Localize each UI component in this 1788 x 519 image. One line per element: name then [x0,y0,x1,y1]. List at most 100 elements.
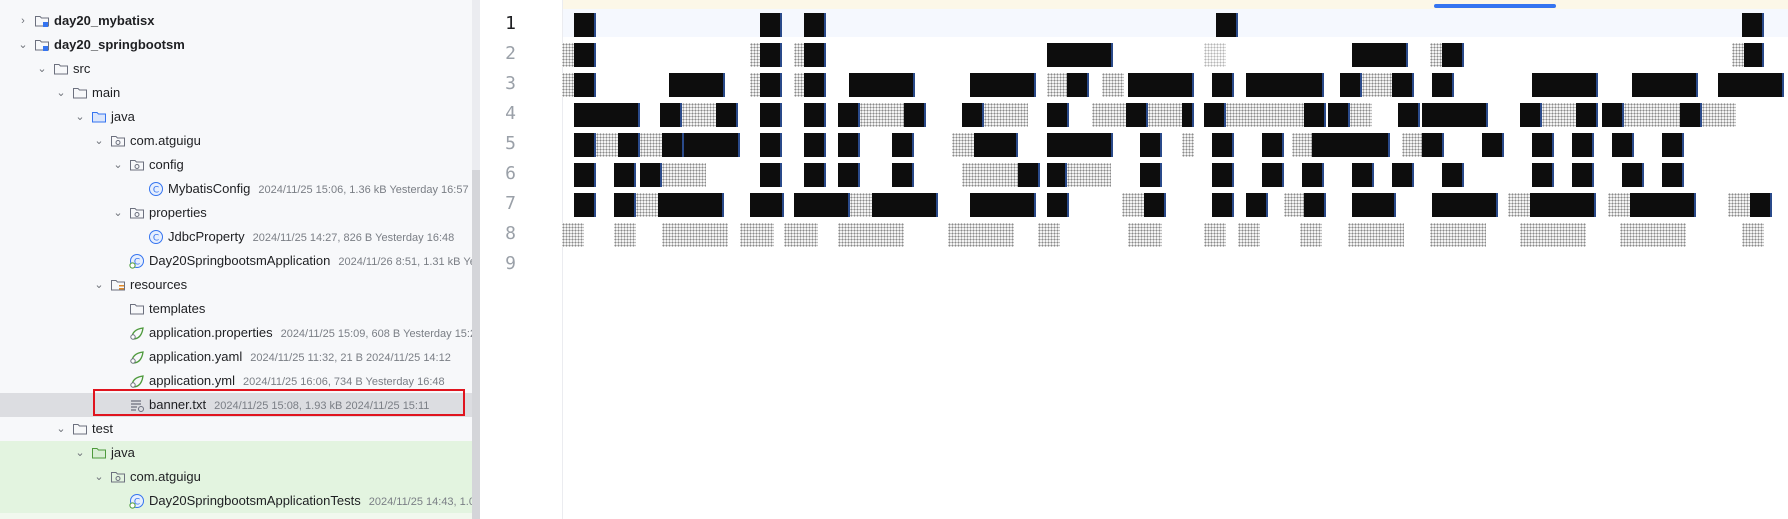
banner-glyph-block [804,163,826,187]
tree-row[interactable]: C JdbcProperty 2024/11/25 14:27, 826 B Yes… [0,225,472,249]
banner-glyph-block [1532,73,1598,97]
banner-glyph-block [1662,163,1684,187]
tree-row-label: resources [130,273,187,297]
banner-glyph-block [669,73,725,97]
banner-glyph-block [984,103,1028,127]
resources-folder-icon [110,277,126,293]
banner-glyph-block [1624,103,1680,127]
tree-item-meta: 2024/11/25 15:09, 608 B Yesterday 15:26 [280,328,472,340]
tree-row[interactable]: C Day20SpringbootsmApplication 2024/11/26 … [0,249,472,273]
banner-glyph-block [614,193,636,217]
banner-glyph-block [1246,193,1268,217]
banner-glyph-block [838,163,860,187]
chevron-down-icon[interactable]: ⌄ [92,465,106,489]
tree-row[interactable]: application.properties 2024/11/25 15:09, … [0,321,472,345]
chevron-down-icon[interactable]: ⌄ [73,441,87,465]
tree-row[interactable]: application.yaml 2024/11/25 11:32, 21 B 2… [0,345,472,369]
banner-glyph-block [760,103,782,127]
banner-glyph-block [1532,133,1554,157]
banner-glyph-block [1312,133,1390,157]
tree-item-name: JdbcProperty [168,229,245,244]
line-number: 3 [505,73,516,94]
tree-row-label: com.atguigu [130,129,201,153]
chevron-down-icon[interactable]: ⌄ [73,105,87,129]
tree-item-name: resources [130,277,188,292]
tree-row[interactable]: › day20_mybatisx [0,9,472,33]
tree-scrollbar-thumb[interactable] [472,170,480,519]
tree-row[interactable]: ⌄ src [0,57,472,81]
tree-row[interactable]: ⌄ resources [0,273,472,297]
tree-row-label: day20_mybatisx [54,9,154,33]
chevron-down-icon[interactable]: ⌄ [16,33,30,57]
banner-glyph-block [662,163,706,187]
banner-glyph-block [574,133,596,157]
banner-glyph-block [760,163,782,187]
banner-glyph-block [1047,133,1113,157]
tree-row-label: java [111,105,135,129]
banner-glyph-block [618,133,640,157]
tree-row[interactable]: ⌄ day20_springbootsm [0,33,472,57]
banner-glyph-block [1432,73,1454,97]
banner-glyph-block [794,193,850,217]
banner-glyph-block [1300,223,1322,247]
tree-row-label: application.properties 2024/11/25 15:09, … [149,321,472,346]
tree-row[interactable]: ⌄ properties [0,201,472,225]
editor-top-strip [480,0,1788,9]
banner-glyph-block [740,223,774,247]
spring-config-icon [129,325,145,341]
tree-row[interactable]: ⌄ java [0,105,472,129]
package-icon [110,133,126,149]
chevron-down-icon[interactable]: ⌄ [111,153,125,177]
banner-glyph-block [1122,193,1144,217]
banner-glyph-block [1572,133,1594,157]
banner-glyph-block [574,13,596,37]
tree-row[interactable]: ⌄ config [0,153,472,177]
banner-glyph-block [1212,163,1234,187]
banner-glyph-block [660,103,682,127]
banner-glyph-block [1402,133,1424,157]
chevron-down-icon[interactable]: ⌄ [35,57,49,81]
banner-glyph-block [1362,73,1392,97]
banner-glyph-block [962,103,984,127]
tree-row[interactable]: ⌄ main [0,81,472,105]
tree-row[interactable]: ⌄ test [0,417,472,441]
banner-glyph-block [1662,133,1684,157]
banner-glyph-block [1572,163,1594,187]
banner-glyph-block [1608,193,1630,217]
tree-row[interactable]: ⌄ java [0,441,472,465]
tree-item-name: MybatisConfig [168,181,251,196]
tree-row-label: test [92,417,113,441]
banner-glyph-block [1352,163,1374,187]
banner-glyph-block [1728,193,1750,217]
chevron-right-icon[interactable]: › [16,9,30,33]
banner-glyph-block [1047,73,1067,97]
folder-icon [129,301,145,317]
banner-glyph-block [974,133,1018,157]
banner-glyph-block [1067,73,1089,97]
highlight-box [93,389,465,416]
chevron-down-icon[interactable]: ⌄ [111,201,125,225]
tree-row[interactable]: templates [0,297,472,321]
chevron-down-icon[interactable]: ⌄ [92,273,106,297]
banner-glyph-block [1302,163,1324,187]
banner-glyph-block [1392,73,1414,97]
folder-icon [72,85,88,101]
chevron-down-icon[interactable]: ⌄ [54,81,68,105]
chevron-down-icon[interactable]: ⌄ [54,417,68,441]
banner-glyph-block [1038,223,1060,247]
banner-glyph-block [1328,103,1350,127]
tree-row[interactable]: ⌄ com.atguigu [0,465,472,489]
banner-glyph-block [596,133,618,157]
banner-glyph-block [682,103,716,127]
chevron-down-icon[interactable]: ⌄ [92,129,106,153]
banner-glyph-block [750,43,760,67]
tree-row[interactable]: C Day20SpringbootsmApplicationTests 2024/1… [0,489,472,513]
banner-glyph-block [684,133,740,157]
banner-glyph-block [1612,133,1634,157]
banner-glyph-block [1047,103,1069,127]
tree-row[interactable]: ⌄ com.atguigu [0,129,472,153]
banner-glyph-block [1620,223,1686,247]
tree-row[interactable]: C MybatisConfig 2024/11/25 15:06, 1.36 kB … [0,177,472,201]
banner-glyph-block [804,73,826,97]
scroll-position-indicator[interactable] [1434,4,1556,8]
